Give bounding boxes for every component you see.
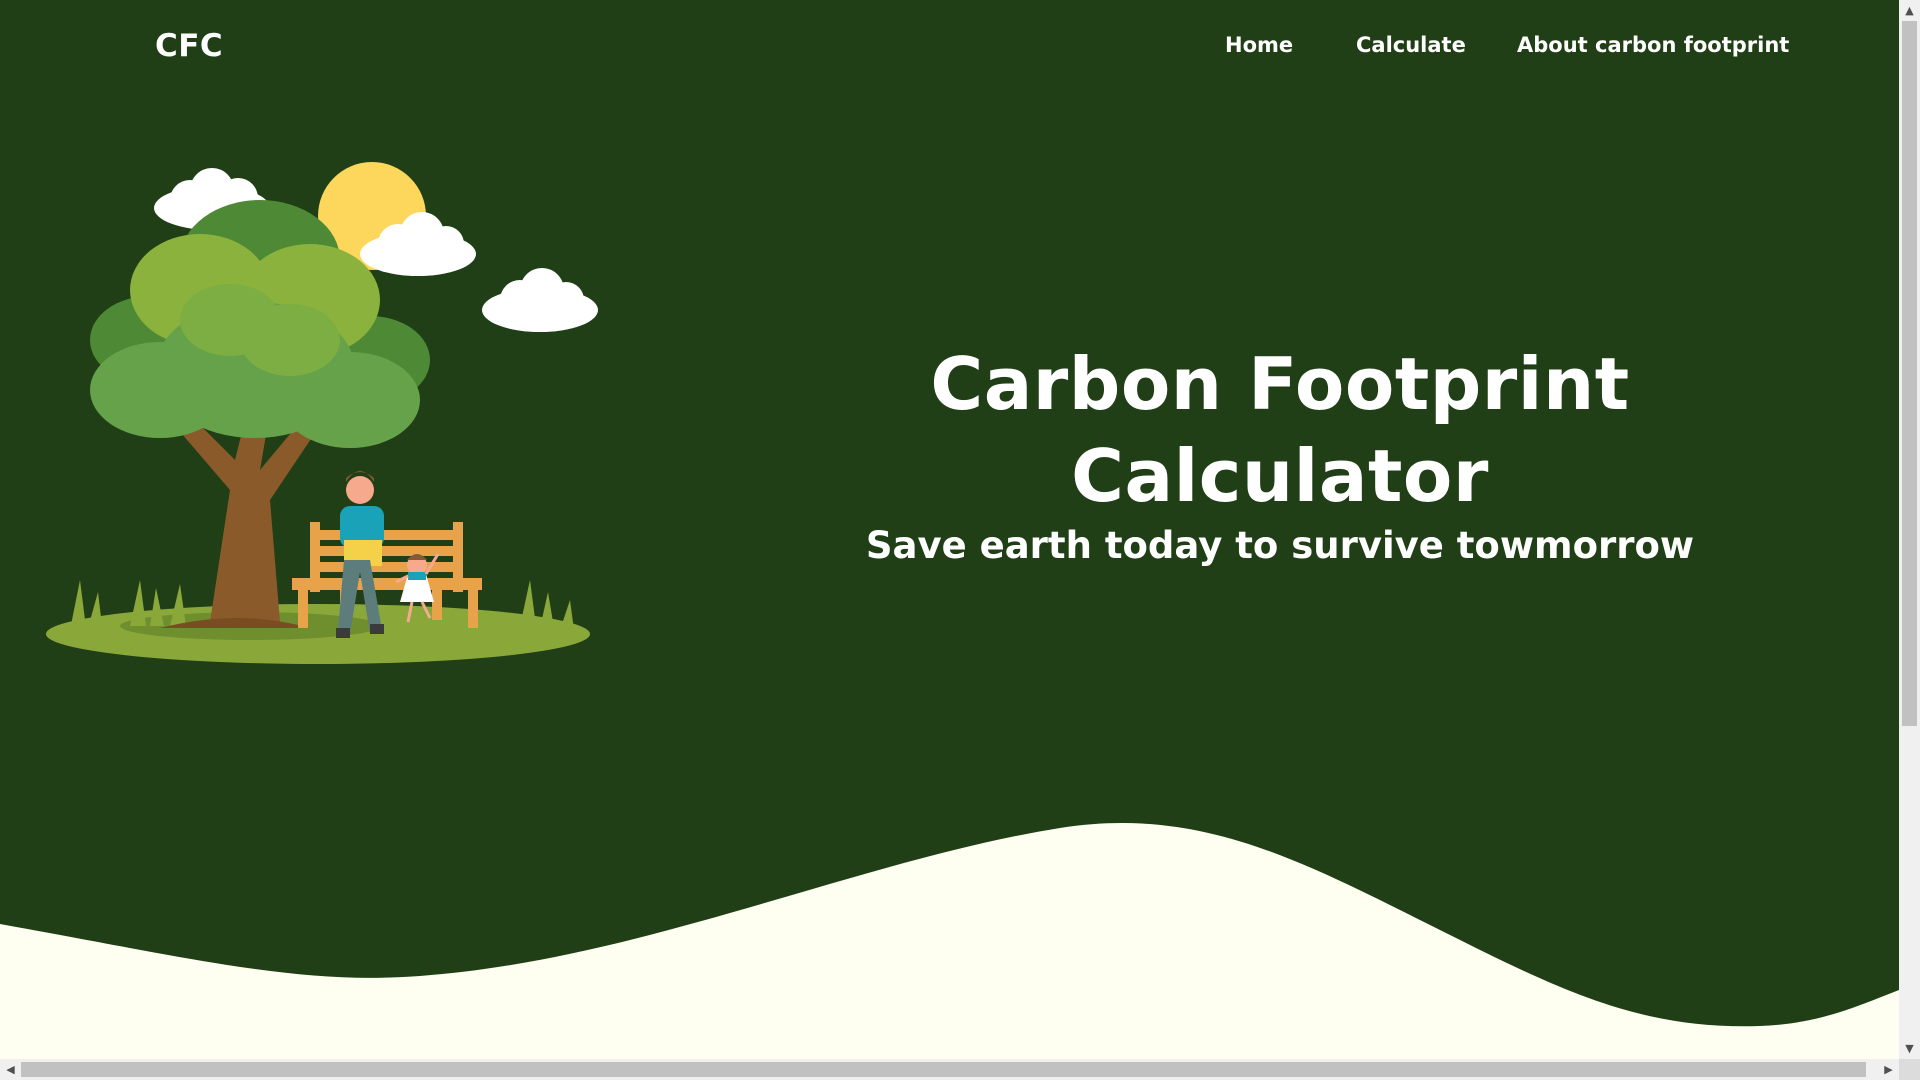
scroll-up-icon[interactable]: ▲: [1899, 0, 1920, 21]
scroll-down-icon[interactable]: ▼: [1899, 1038, 1920, 1059]
horizontal-scrollbar[interactable]: ◀ ▶: [0, 1059, 1899, 1080]
bottom-wave: [0, 823, 1899, 1059]
scrollbar-corner: [1899, 1059, 1920, 1080]
nav-home-link[interactable]: Home: [1225, 33, 1293, 57]
vertical-scrollbar[interactable]: ▲ ▼: [1899, 0, 1920, 1059]
page-viewport: CFC Home Calculate About carbon footprin…: [0, 0, 1899, 1059]
cloud-icon: [482, 268, 598, 332]
page-title: Carbon Footprint Calculator: [930, 342, 1630, 518]
scroll-left-icon[interactable]: ◀: [0, 1059, 21, 1080]
hero-section: Carbon Footprint Calculator Save earth t…: [780, 338, 1780, 570]
horizontal-scroll-thumb[interactable]: [21, 1062, 1866, 1077]
nav-calculate-link[interactable]: Calculate: [1356, 33, 1466, 57]
nav-about-link[interactable]: About carbon footprint: [1517, 33, 1789, 57]
scroll-right-icon[interactable]: ▶: [1878, 1059, 1899, 1080]
vertical-scroll-thumb[interactable]: [1902, 21, 1917, 726]
park-bench-tree-illustration: [46, 162, 598, 664]
page-subtitle: Save earth today to survive towmorrow: [865, 524, 1695, 567]
site-logo[interactable]: CFC: [155, 28, 223, 64]
